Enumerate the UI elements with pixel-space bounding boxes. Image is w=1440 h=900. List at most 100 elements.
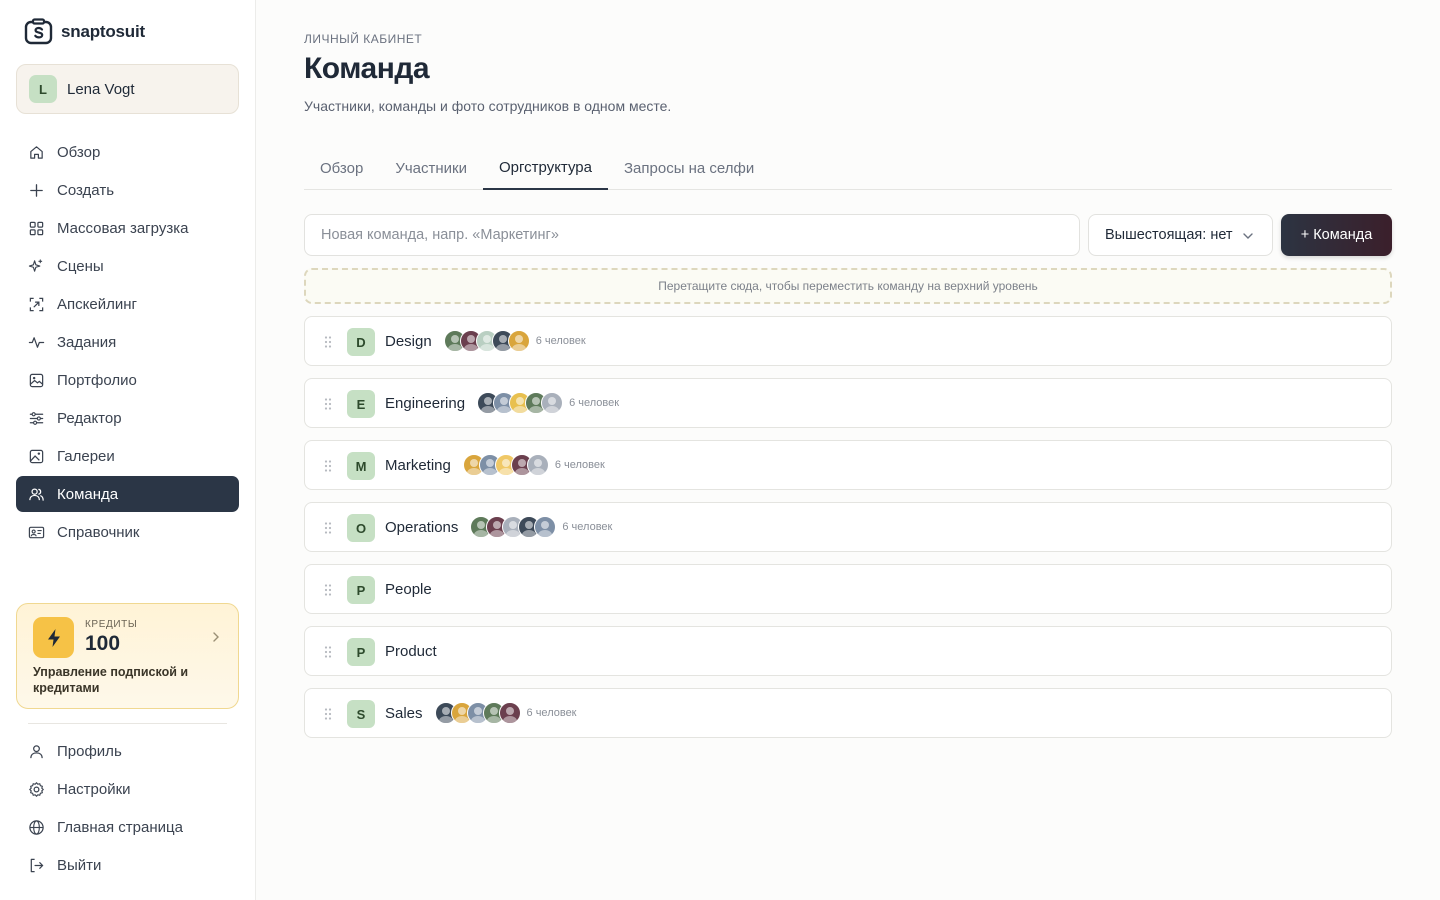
team-row[interactable]: P Product [304,626,1392,676]
team-info: Engineering 6 человек [385,379,619,427]
sidebar-divider [28,723,227,724]
parent-team-select[interactable]: Вышестоящая: нет [1088,214,1273,256]
sidebar-item-plus[interactable]: Создать [16,172,239,208]
sidebar-item-globe[interactable]: Главная страница [16,809,239,845]
user-name: Lena Vogt [67,80,135,98]
team-row[interactable]: P People [304,564,1392,614]
member-avatars [470,516,557,538]
tab-1[interactable]: Участники [379,148,483,190]
drag-handle-icon[interactable] [323,521,333,535]
sidebar-item-label: Выйти [57,856,102,874]
activity-icon [28,334,45,351]
home-icon [28,144,45,161]
team-list: D Design 6 человек E Engineering 6 человек M Ma… [304,316,1392,750]
team-info: People [385,565,442,613]
member-avatars [434,702,521,724]
tab-2[interactable]: Оргструктура [483,148,608,190]
brand-name: snaptosuit [61,21,145,41]
sidebar-item-sliders[interactable]: Редактор [16,400,239,436]
root-dropzone[interactable]: Перетащите сюда, чтобы переместить коман… [304,268,1392,304]
team-row[interactable]: E Engineering 6 человек [304,378,1392,428]
drag-handle-icon[interactable] [323,583,333,597]
user-switcher[interactable]: L Lena Vogt [16,64,239,114]
team-row[interactable]: D Design 6 человек [304,316,1392,366]
image-icon [28,372,45,389]
sidebar-item-activity[interactable]: Задания [16,324,239,360]
secondary-nav: Профиль Настройки Главная страница Выйти [16,733,239,885]
member-avatars [477,392,564,414]
main-nav: Обзор Создать Массовая загрузка Сцены Апскей… [16,134,239,552]
member-count: 6 человек [526,707,577,719]
member-count: 6 человек [554,459,605,471]
team-name: Marketing [385,456,451,474]
tab-0[interactable]: Обзор [304,148,379,190]
sidebar-item-sparkles[interactable]: Сцены [16,248,239,284]
team-name: Engineering [385,394,466,412]
sidebar-item-label: Сцены [57,257,104,275]
sidebar-item-label: Редактор [57,409,122,427]
sidebar-item-user[interactable]: Профиль [16,733,239,769]
team-info: Design 6 человек [385,317,586,365]
sidebar-item-label: Команда [57,485,119,503]
id-card-icon [28,524,45,541]
member-count: 6 человек [535,335,586,347]
sidebar-item-label: Профиль [57,742,122,760]
avatar [526,454,549,476]
sidebar-item-gear[interactable]: Настройки [16,771,239,807]
new-team-input[interactable] [304,214,1080,256]
sidebar-item-grid[interactable]: Массовая загрузка [16,210,239,246]
avatar [498,702,521,724]
grid-icon [28,220,45,237]
team-initial-badge: P [347,576,375,604]
team-initial-badge: O [347,514,375,542]
credits-card[interactable]: КРЕДИТЫ 100 Управление подпиской и креди… [16,603,239,709]
sidebar-item-label: Обзор [57,143,101,161]
team-row[interactable]: S Sales 6 человек [304,688,1392,738]
page-title: Команда [304,52,430,85]
avatar [541,392,564,414]
team-row[interactable]: M Marketing 6 человек [304,440,1392,490]
sidebar-item-label: Настройки [57,780,131,798]
member-avatars [443,330,530,352]
sidebar-item-upscale[interactable]: Апскейлинг [16,286,239,322]
team-info: Product [385,627,447,675]
team-info: Sales 6 человек [385,689,577,737]
sidebar: snaptosuit L Lena Vogt Обзор Создать Массо… [0,0,256,900]
add-team-button[interactable]: + Команда [1281,214,1392,256]
drag-handle-icon[interactable] [323,645,333,659]
team-name: Operations [385,518,459,536]
sidebar-item-id-card[interactable]: Справочник [16,514,239,550]
team-name: Design [385,332,432,350]
sidebar-item-users[interactable]: Команда [16,476,239,512]
drag-handle-icon[interactable] [323,459,333,473]
chevron-down-icon [1243,233,1253,239]
team-initial-badge: S [347,700,375,728]
team-row[interactable]: O Operations 6 человек [304,502,1392,552]
lightning-icon [33,617,74,658]
team-name: Product [385,642,437,660]
gallery-icon [28,448,45,465]
users-icon [28,486,45,503]
team-initial-badge: P [347,638,375,666]
sidebar-item-gallery[interactable]: Галереи [16,438,239,474]
drag-handle-icon[interactable] [323,397,333,411]
sidebar-item-label: Портфолио [57,371,137,389]
member-avatars [462,454,549,476]
avatar [507,330,530,352]
sidebar-item-label: Справочник [57,523,140,541]
sidebar-item-image[interactable]: Портфолио [16,362,239,398]
tab-3[interactable]: Запросы на селфи [608,148,770,190]
gear-icon [28,781,45,798]
avatar [534,516,557,538]
sidebar-item-home[interactable]: Обзор [16,134,239,170]
parent-select-label: Вышестоящая: нет [1105,227,1233,243]
manage-subscription-link[interactable]: Управление подпиской и кредитами [33,664,223,696]
drag-handle-icon[interactable] [323,707,333,721]
brand[interactable]: snaptosuit [24,18,145,45]
sidebar-item-logout[interactable]: Выйти [16,847,239,883]
user-icon [28,743,45,760]
member-count: 6 человек [562,521,613,533]
avatar: L [29,75,57,103]
drag-handle-icon[interactable] [323,335,333,349]
credits-value: 100 [85,632,121,655]
